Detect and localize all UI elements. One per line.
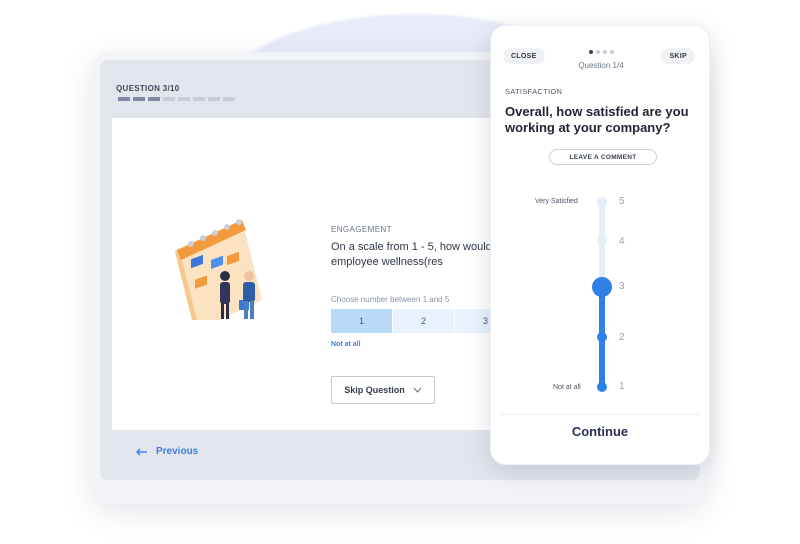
- question-text: On a scale from 1 - 5, how would you pro…: [331, 241, 501, 268]
- slider-step-2[interactable]: [597, 332, 607, 342]
- scale-number-4: 4: [619, 236, 625, 247]
- rating-option-1[interactable]: 1: [331, 309, 393, 333]
- progress-segment: [208, 97, 220, 101]
- scale-number-1: 1: [619, 381, 625, 392]
- skip-button[interactable]: SKIP: [661, 48, 695, 64]
- scale-number-3: 3: [619, 281, 625, 292]
- step-dot: [589, 50, 593, 54]
- previous-button[interactable]: Previous: [136, 446, 198, 457]
- progress-segment: [148, 97, 160, 101]
- rating-scale: 1 2 3: [331, 309, 501, 333]
- rating-option-2[interactable]: 2: [393, 309, 455, 333]
- question-text: Overall, how satisfied are you working a…: [505, 104, 689, 135]
- step-dot: [596, 50, 600, 54]
- progress-segment: [178, 97, 190, 101]
- scale-number-5: 5: [619, 196, 625, 207]
- arrow-left-icon: [136, 448, 147, 455]
- continue-button[interactable]: Continue: [491, 424, 709, 439]
- scale-number-2: 2: [619, 332, 625, 343]
- step-dot: [603, 50, 607, 54]
- satisfaction-slider[interactable]: [491, 176, 709, 396]
- progress-segment: [223, 97, 235, 101]
- divider: [501, 414, 699, 415]
- leave-comment-button[interactable]: LEAVE A COMMENT: [549, 149, 657, 165]
- previous-label: Previous: [156, 446, 199, 457]
- step-dots: [589, 50, 614, 54]
- section-label: SATISFACTION: [505, 87, 563, 96]
- question-counter: QUESTION 3/10: [116, 84, 180, 93]
- slider-step-4[interactable]: [597, 236, 607, 246]
- slider-step-1[interactable]: [597, 382, 607, 392]
- step-dot: [610, 50, 614, 54]
- progress-segment: [118, 97, 130, 101]
- chevron-down-icon: [413, 387, 422, 393]
- close-button[interactable]: CLOSE: [503, 48, 545, 64]
- skip-question-label: Skip Question: [344, 385, 405, 395]
- calendar-illustration: [175, 219, 262, 320]
- progress-segment: [163, 97, 175, 101]
- progress-bar: [118, 97, 235, 101]
- question-count: Question 1/4: [578, 61, 624, 70]
- section-label: ENGAGEMENT: [331, 225, 392, 234]
- slider-thumb[interactable]: [592, 277, 612, 297]
- mobile-survey-card: CLOSE SKIP Question 1/4 SATISFACTION Ove…: [490, 25, 710, 465]
- scale-max-label: Very Satisfied: [535, 198, 578, 205]
- skip-question-button[interactable]: Skip Question: [331, 376, 435, 404]
- progress-segment: [193, 97, 205, 101]
- slider-step-5[interactable]: [597, 197, 607, 207]
- progress-segment: [133, 97, 145, 101]
- scale-hint: Choose number between 1 and 5: [331, 295, 450, 304]
- scale-min-label: Not at all: [553, 384, 581, 391]
- scale-min-label: Not at all: [331, 341, 361, 348]
